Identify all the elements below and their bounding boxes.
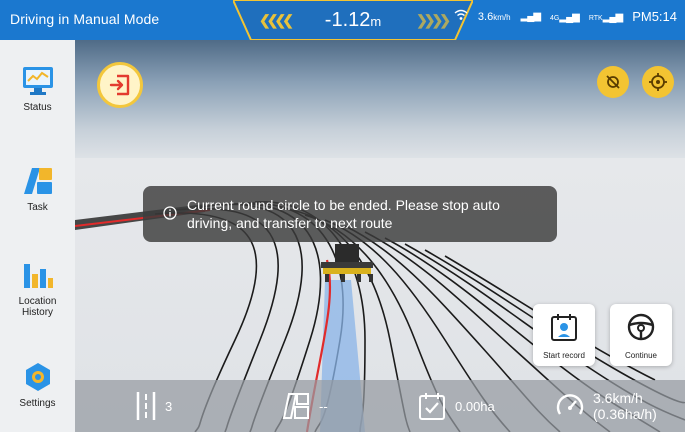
locate-button[interactable] [642, 66, 674, 98]
speed-stat: 3.6km/h (0.36ha/h) [555, 380, 657, 432]
record-calendar-icon [551, 314, 577, 341]
rtk-signal: RTK▂▄▆ [588, 11, 623, 23]
gear-icon [25, 363, 50, 391]
sidebar-item-location-history[interactable]: Location History [0, 260, 75, 318]
steering-wheel-icon [627, 313, 655, 341]
bottom-info-bar: 3 -- 0.00ha 3.6km/h (0.36ha/h) [75, 380, 685, 432]
status-speed: 3.6km/h [478, 11, 511, 23]
sidebar-item-settings[interactable]: Settings [0, 362, 75, 409]
mute-button[interactable] [597, 66, 629, 98]
sidebar-item-label: Status [23, 102, 52, 113]
checkbox-calendar-icon [419, 393, 445, 420]
no-signal-icon [606, 75, 620, 89]
network-signal: 4G▂▄▆ [550, 11, 580, 23]
sidebar-item-task[interactable]: Task [0, 166, 75, 213]
sidebar: Status Task Location History Settings [0, 40, 75, 432]
continue-label: Continue [624, 351, 658, 360]
notification-toast: Current round circle to be ended. Please… [143, 186, 557, 242]
continue-button[interactable]: Continue [610, 304, 672, 366]
bar-chart-icon [23, 264, 53, 288]
line-count-value: 3 [165, 398, 173, 414]
exit-icon [109, 74, 130, 96]
lateral-offset-indicator: ❮❮❮❮ -1.12m ❯❯❯❯ [233, 0, 473, 40]
task-icon [23, 168, 52, 194]
worked-area-stat: 0.00ha [417, 380, 495, 432]
speed-value: 3.6km/h [593, 390, 643, 406]
lines-icon [136, 392, 156, 420]
crosshair-icon [649, 73, 667, 91]
field-map-icon [282, 393, 309, 419]
field-area-value: -- [319, 398, 328, 414]
toast-message: Current round circle to be ended. Please… [187, 197, 500, 231]
navigation-map-view[interactable]: Current round circle to be ended. Please… [75, 40, 685, 432]
sidebar-item-label: Task [27, 202, 48, 213]
field-area-stat: -- [281, 380, 328, 432]
mode-title: Driving in Manual Mode [10, 11, 160, 27]
sidebar-item-label: Settings [19, 398, 56, 409]
worked-area-value: 0.00ha [455, 398, 495, 414]
rtk-label: RTK [588, 14, 603, 22]
signal-bars-icon: ▂▄▆ [520, 11, 541, 22]
network-label: 4G [550, 14, 560, 22]
speedometer-icon [556, 394, 584, 415]
work-rate-value: (0.36ha/h) [593, 406, 657, 422]
offset-right-arrows-icon: ❯❯❯❯ [416, 12, 451, 28]
offset-unit: m [370, 14, 382, 29]
sidebar-item-status[interactable]: Status [0, 66, 75, 113]
network-bars-icon: ▂▄▆ [559, 11, 579, 23]
top-status-bar: Driving in Manual Mode ❮❮❮❮ -1.12m ❯❯❯❯ … [0, 0, 685, 40]
speed-readout: 3.6km/h (0.36ha/h) [593, 390, 657, 422]
tractor-icon [321, 244, 373, 282]
status-monitor-icon [22, 67, 53, 95]
wifi-icon [454, 9, 468, 24]
status-speed-unit: km/h [493, 12, 511, 22]
exit-button[interactable] [97, 62, 143, 108]
start-record-button[interactable]: Start record [533, 304, 595, 366]
start-record-label: Start record [543, 351, 585, 360]
offset-number: -1.12 [324, 9, 371, 31]
status-speed-value: 3.6 [477, 10, 494, 23]
clock: PM5:14 [632, 9, 677, 24]
line-count-stat: 3 [135, 380, 172, 432]
info-icon [163, 206, 177, 220]
rtk-bars-icon: ▂▄▆ [602, 11, 623, 23]
system-status: 3.6km/h ▂▄▆ 4G▂▄▆ RTK▂▄▆ PM5:14 [454, 9, 677, 24]
sidebar-item-label: Location History [18, 296, 57, 318]
